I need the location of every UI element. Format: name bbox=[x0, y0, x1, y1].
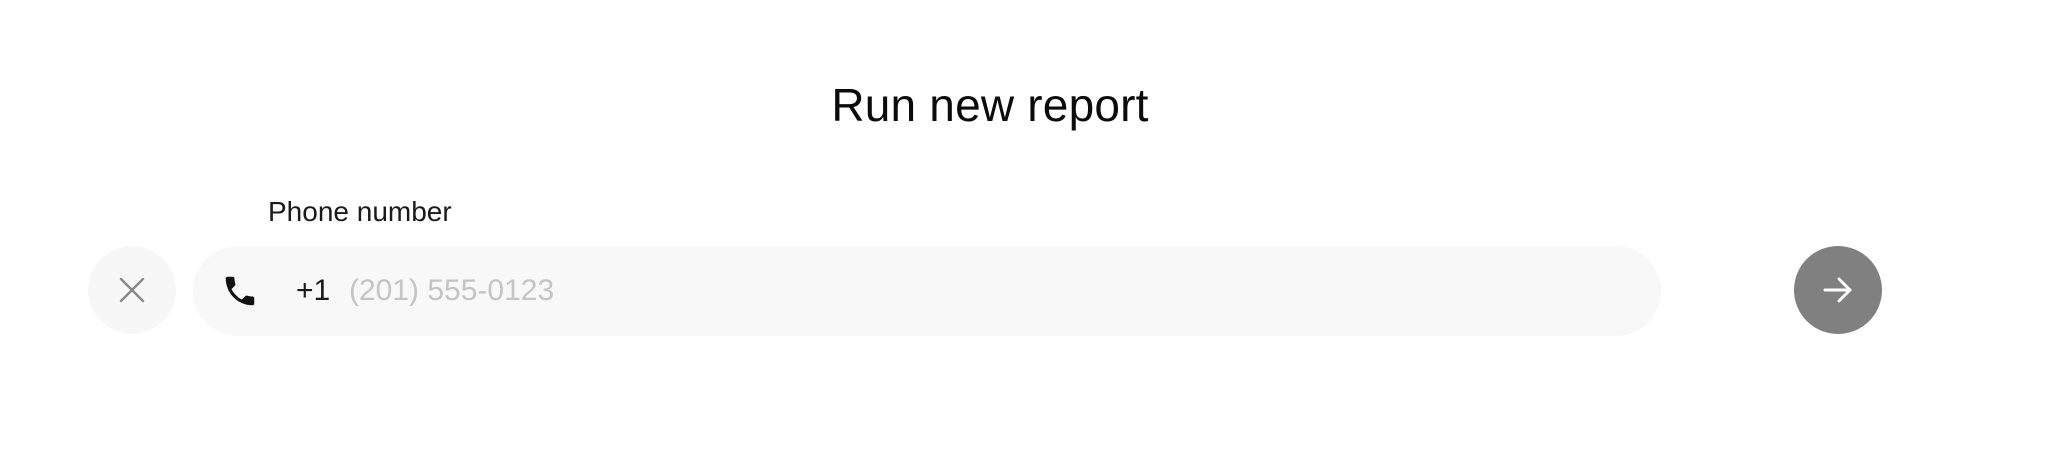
arrow-right-icon bbox=[1823, 277, 1852, 303]
clear-button[interactable] bbox=[88, 246, 176, 334]
phone-number-input[interactable] bbox=[349, 266, 1629, 316]
phone-field[interactable]: +1 bbox=[193, 246, 1661, 336]
phone-icon bbox=[225, 276, 255, 306]
country-code[interactable]: +1 bbox=[296, 246, 330, 336]
close-icon bbox=[119, 277, 145, 303]
submit-button[interactable] bbox=[1794, 246, 1882, 334]
phone-number-label: Phone number bbox=[268, 196, 452, 227]
run-report-page: Run new report Phone number +1 bbox=[0, 0, 2048, 452]
page-title: Run new report bbox=[831, 79, 1149, 131]
